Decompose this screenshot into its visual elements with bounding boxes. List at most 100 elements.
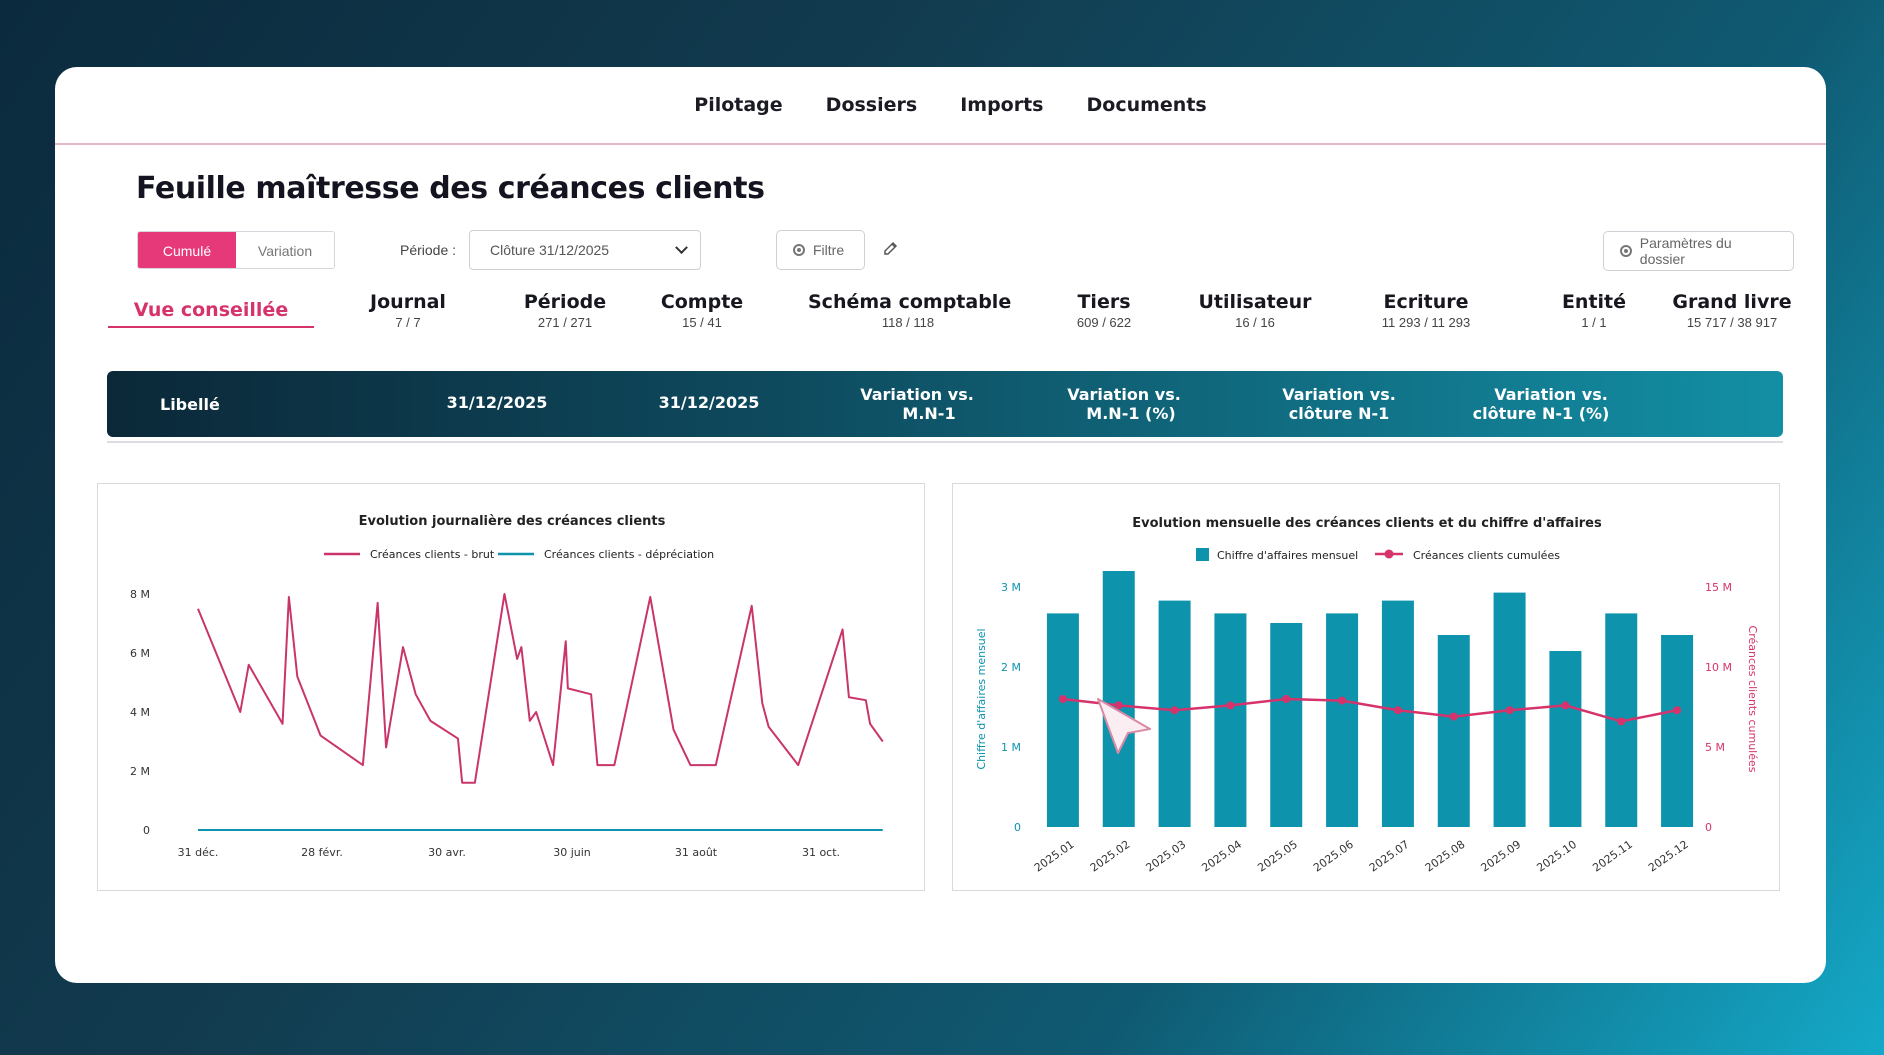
tab-count: 11 293 / 11 293 (1381, 315, 1471, 330)
table-divider (107, 441, 1783, 443)
col-date-2[interactable]: 31/12/2025 (639, 393, 779, 412)
point-2025.01[interactable] (1058, 695, 1067, 703)
gear-icon (793, 244, 805, 256)
tab-periode[interactable]: Période 271 / 271 (505, 291, 625, 330)
tab-label: Grand livre (1672, 291, 1792, 313)
params-label: Paramètres du dossier (1639, 235, 1732, 267)
tab-entite[interactable]: Entité 1 / 1 (1544, 291, 1644, 330)
bar-2025.04[interactable] (1214, 613, 1247, 827)
legend-depreciation[interactable]: Créances clients - dépréciation (498, 548, 714, 561)
bar-2025.10[interactable] (1549, 651, 1582, 827)
col-label-line: Variation vs. (1067, 385, 1181, 404)
y-tick-label: 0 (143, 824, 150, 837)
chart-monthly-box: Evolution mensuelle des créances clients… (952, 483, 1780, 891)
col-date-1[interactable]: 31/12/2025 (427, 393, 567, 412)
y-tick-label: 8 M (130, 588, 150, 601)
x-tick-label: 2025.02 (1088, 838, 1133, 875)
tab-label: Tiers (1077, 291, 1131, 313)
tab-utilisateur[interactable]: Utilisateur 16 / 16 (1185, 291, 1325, 330)
pencil-icon[interactable] (881, 239, 901, 259)
tab-compte[interactable]: Compte 15 / 41 (642, 291, 762, 330)
col-libelle[interactable]: Libellé (160, 395, 220, 414)
tab-grand-livre[interactable]: Grand livre 15 717 / 38 917 (1652, 291, 1812, 330)
periode-label: Période : (400, 242, 457, 258)
nav-documents[interactable]: Documents (1087, 94, 1207, 116)
col-variation-cloture[interactable]: Variation vs. clôture N-1 (1239, 385, 1439, 423)
y-tick-label: 2 M (130, 765, 150, 778)
x-tick-label: 30 juin (553, 846, 591, 859)
toggle-cumule[interactable]: Cumulé (138, 232, 236, 268)
tab-label: Période (523, 291, 607, 313)
gear-icon (1620, 245, 1632, 257)
mode-toggle: Cumulé Variation (137, 231, 335, 269)
tab-ecriture[interactable]: Ecriture 11 293 / 11 293 (1356, 291, 1496, 330)
y-left-tick-label: 2 M (1001, 661, 1021, 674)
x-tick-label: 28 févr. (301, 846, 343, 859)
col-variation-mn1[interactable]: Variation vs. M.N-1 (827, 385, 1007, 423)
point-2025.08[interactable] (1449, 712, 1458, 721)
legend-label-creances: Créances clients cumulées (1413, 549, 1560, 562)
legend-brut[interactable]: Créances clients - brut (324, 548, 495, 561)
mouse-cursor-icon (1097, 698, 1151, 754)
point-2025.04[interactable] (1226, 701, 1235, 710)
y-right-tick-label: 10 M (1705, 661, 1732, 674)
col-label-line: M.N-1 (902, 404, 956, 423)
y-left-tick-label: 1 M (1001, 741, 1021, 754)
tab-count: 271 / 271 (537, 315, 593, 330)
toggle-variation[interactable]: Variation (236, 232, 334, 268)
bar-2025.08[interactable] (1437, 635, 1470, 827)
bar-2025.05[interactable] (1270, 623, 1303, 827)
chart-title: Evolution mensuelle des créances clients… (1132, 516, 1602, 531)
y-right-tick-label: 0 (1705, 821, 1712, 834)
periode-select[interactable]: Clôture 31/12/2025 (469, 230, 701, 270)
bar-2025.06[interactable] (1326, 613, 1359, 827)
point-2025.03[interactable] (1170, 706, 1179, 715)
tab-count: 15 717 / 38 917 (1686, 315, 1778, 330)
tab-label: Schéma comptable (808, 291, 1012, 313)
col-label-line: Variation vs. (1494, 385, 1608, 404)
filtre-button[interactable]: Filtre (776, 230, 865, 270)
tab-label: Compte (660, 291, 744, 313)
x-tick-label: 31 août (675, 846, 718, 859)
y-left-tick-label: 3 M (1001, 581, 1021, 594)
tab-label: Utilisateur (1198, 291, 1312, 313)
chart-title: Evolution journalière des créances clien… (359, 514, 666, 529)
col-variation-mn1-pct[interactable]: Variation vs. M.N-1 (%) (1029, 385, 1219, 423)
tab-journal[interactable]: Journal 7 / 7 (348, 291, 468, 330)
periode-value: Clôture 31/12/2025 (490, 242, 610, 258)
tab-label: Journal (370, 291, 446, 313)
point-2025.09[interactable] (1505, 706, 1514, 715)
nav-pilotage[interactable]: Pilotage (694, 94, 782, 116)
bar-2025.01[interactable] (1046, 613, 1079, 827)
point-2025.07[interactable] (1393, 706, 1402, 715)
x-tick-label: 31 déc. (178, 846, 219, 859)
legend-label-depreciation: Créances clients - dépréciation (544, 548, 714, 561)
point-2025.10[interactable] (1561, 701, 1570, 710)
chart-monthly: Evolution mensuelle des créances clients… (975, 516, 1759, 875)
point-2025.11[interactable] (1617, 717, 1626, 726)
point-2025.05[interactable] (1282, 695, 1291, 703)
series-line-brut[interactable] (197, 593, 884, 784)
tab-schema-comptable[interactable]: Schéma comptable 118 / 118 (808, 291, 1012, 330)
chart-daily: Evolution journalière des créances clien… (130, 514, 884, 859)
x-tick-label: 2025.08 (1423, 838, 1468, 875)
bar-2025.12[interactable] (1661, 635, 1694, 827)
legend-creances[interactable]: Créances clients cumulées (1375, 549, 1560, 562)
nav-dossiers[interactable]: Dossiers (826, 94, 918, 116)
legend-marker-creances (1384, 549, 1394, 559)
parametres-dossier-button[interactable]: Paramètres du dossier (1603, 231, 1794, 271)
legend-swatch-ca (1196, 548, 1209, 561)
tab-vue-conseillee[interactable]: Vue conseillée (108, 291, 314, 328)
point-2025.06[interactable] (1338, 696, 1347, 705)
legend-ca[interactable]: Chiffre d'affaires mensuel (1196, 548, 1358, 562)
tab-count: 16 / 16 (1235, 315, 1275, 330)
y-right-tick-label: 5 M (1705, 741, 1725, 754)
x-tick-label: 2025.09 (1479, 838, 1524, 875)
chevron-down-icon (675, 240, 688, 254)
col-label-line: Variation vs. (860, 385, 974, 404)
point-2025.12[interactable] (1673, 706, 1682, 715)
nav-imports[interactable]: Imports (960, 94, 1043, 116)
y-axis-left-label: Chiffre d'affaires mensuel (975, 628, 988, 769)
tab-tiers[interactable]: Tiers 609 / 622 (1044, 291, 1164, 330)
col-variation-cloture-pct[interactable]: Variation vs. clôture N-1 (%) (1431, 385, 1651, 423)
